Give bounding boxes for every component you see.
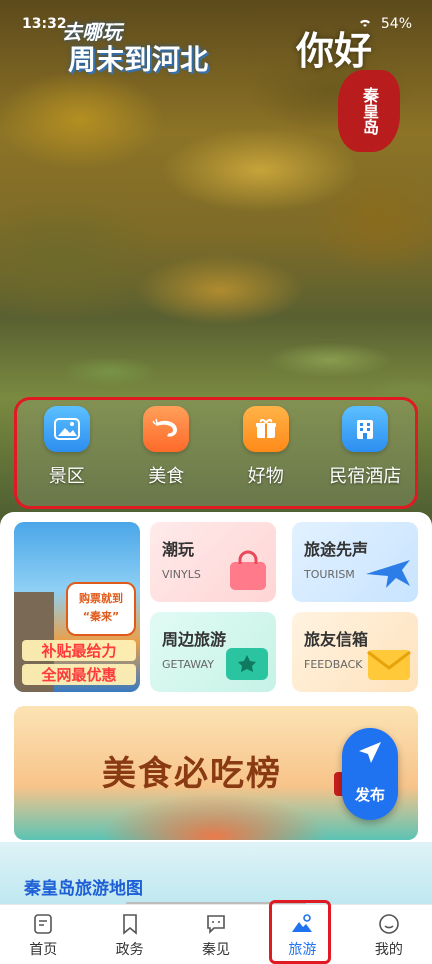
category-label: 景区 [48,466,85,487]
ticket-promo-card[interactable]: 购票就到 “秦来” 补贴最给力 全网最优惠 [14,522,140,692]
building-icon [342,406,389,452]
category-goods[interactable]: 好物 [218,406,314,488]
tab-mine[interactable]: 我的 [346,905,432,964]
promo-line2: 全网最优惠 [22,664,136,685]
send-icon [357,740,383,770]
hero-brush-text: 你好 [296,28,373,73]
category-scenic[interactable]: 景区 [19,406,115,488]
tab-home[interactable]: 首页 [0,905,86,964]
category-label: 美食 [148,466,185,487]
map-title[interactable]: 秦皇岛旅游地图 [24,874,143,899]
hero-title-line2: 周末到河北 [68,43,209,76]
smile-icon [379,914,399,934]
promo-line1: 补贴最给力 [22,640,136,661]
publish-label: 发布 [354,786,385,804]
status-time: 13:32 [22,16,67,32]
tile-feedback[interactable]: 旅友信箱 FEEDBACK [292,612,418,692]
mountain-icon [43,406,90,452]
tab-label: 秦见 [202,942,231,958]
category-label: 好物 [247,466,284,487]
app-screen: 13:32 54% 去哪玩 周末到河北 你好 秦皇岛 景区 美食 好物 民宿酒店… [0,0,432,964]
bottom-tab-bar: 首页 政务 秦见 旅游 我的 [0,904,432,964]
active-tab-highlight [269,900,331,964]
promo-bubble: 购票就到 “秦来” [66,582,136,636]
tile-tourism[interactable]: 旅途先声 TOURISM [292,522,418,602]
category-bar: 景区 美食 好物 民宿酒店 [14,397,418,509]
battery-text: 54% [380,16,412,32]
category-label: 民宿酒店 [329,466,402,487]
home-doc-icon [34,914,53,934]
hero-banner: 13:32 54% 去哪玩 周末到河北 你好 秦皇岛 景区 美食 好物 民宿酒店 [0,0,432,530]
airplane-icon [364,552,412,596]
publish-button[interactable]: 发布 [342,728,398,820]
tab-qinjian[interactable]: 秦见 [173,905,259,964]
main-content: 购票就到 “秦来” 补贴最给力 全网最优惠 潮玩 VINYLS 旅途先声 TOU… [0,512,432,904]
ticket-icon [224,646,270,686]
tab-government[interactable]: 政务 [86,905,172,964]
tile-title: 旅友信箱 [304,630,369,649]
tab-label: 政务 [115,942,144,958]
tile-getaway[interactable]: 周边旅游 GETAWAY [150,612,276,692]
shrimp-icon [143,406,190,452]
tab-label: 首页 [29,942,58,958]
hero-seal: 秦皇岛 [338,70,400,152]
promo-bubble-line2: “秦来” [82,610,120,623]
category-food[interactable]: 美食 [118,406,214,488]
chat-icon [207,915,225,934]
envelope-icon [366,648,412,686]
tile-vinyls[interactable]: 潮玩 VINYLS [150,522,276,602]
shopping-bag-icon [226,548,270,596]
gift-icon [242,406,289,452]
food-banner-title: 美食必吃榜 [102,754,282,794]
tab-label: 我的 [374,942,403,958]
promo-bubble-line1: 购票就到 [79,592,123,605]
bookmark-icon [122,914,137,935]
category-hotel[interactable]: 民宿酒店 [317,406,413,488]
